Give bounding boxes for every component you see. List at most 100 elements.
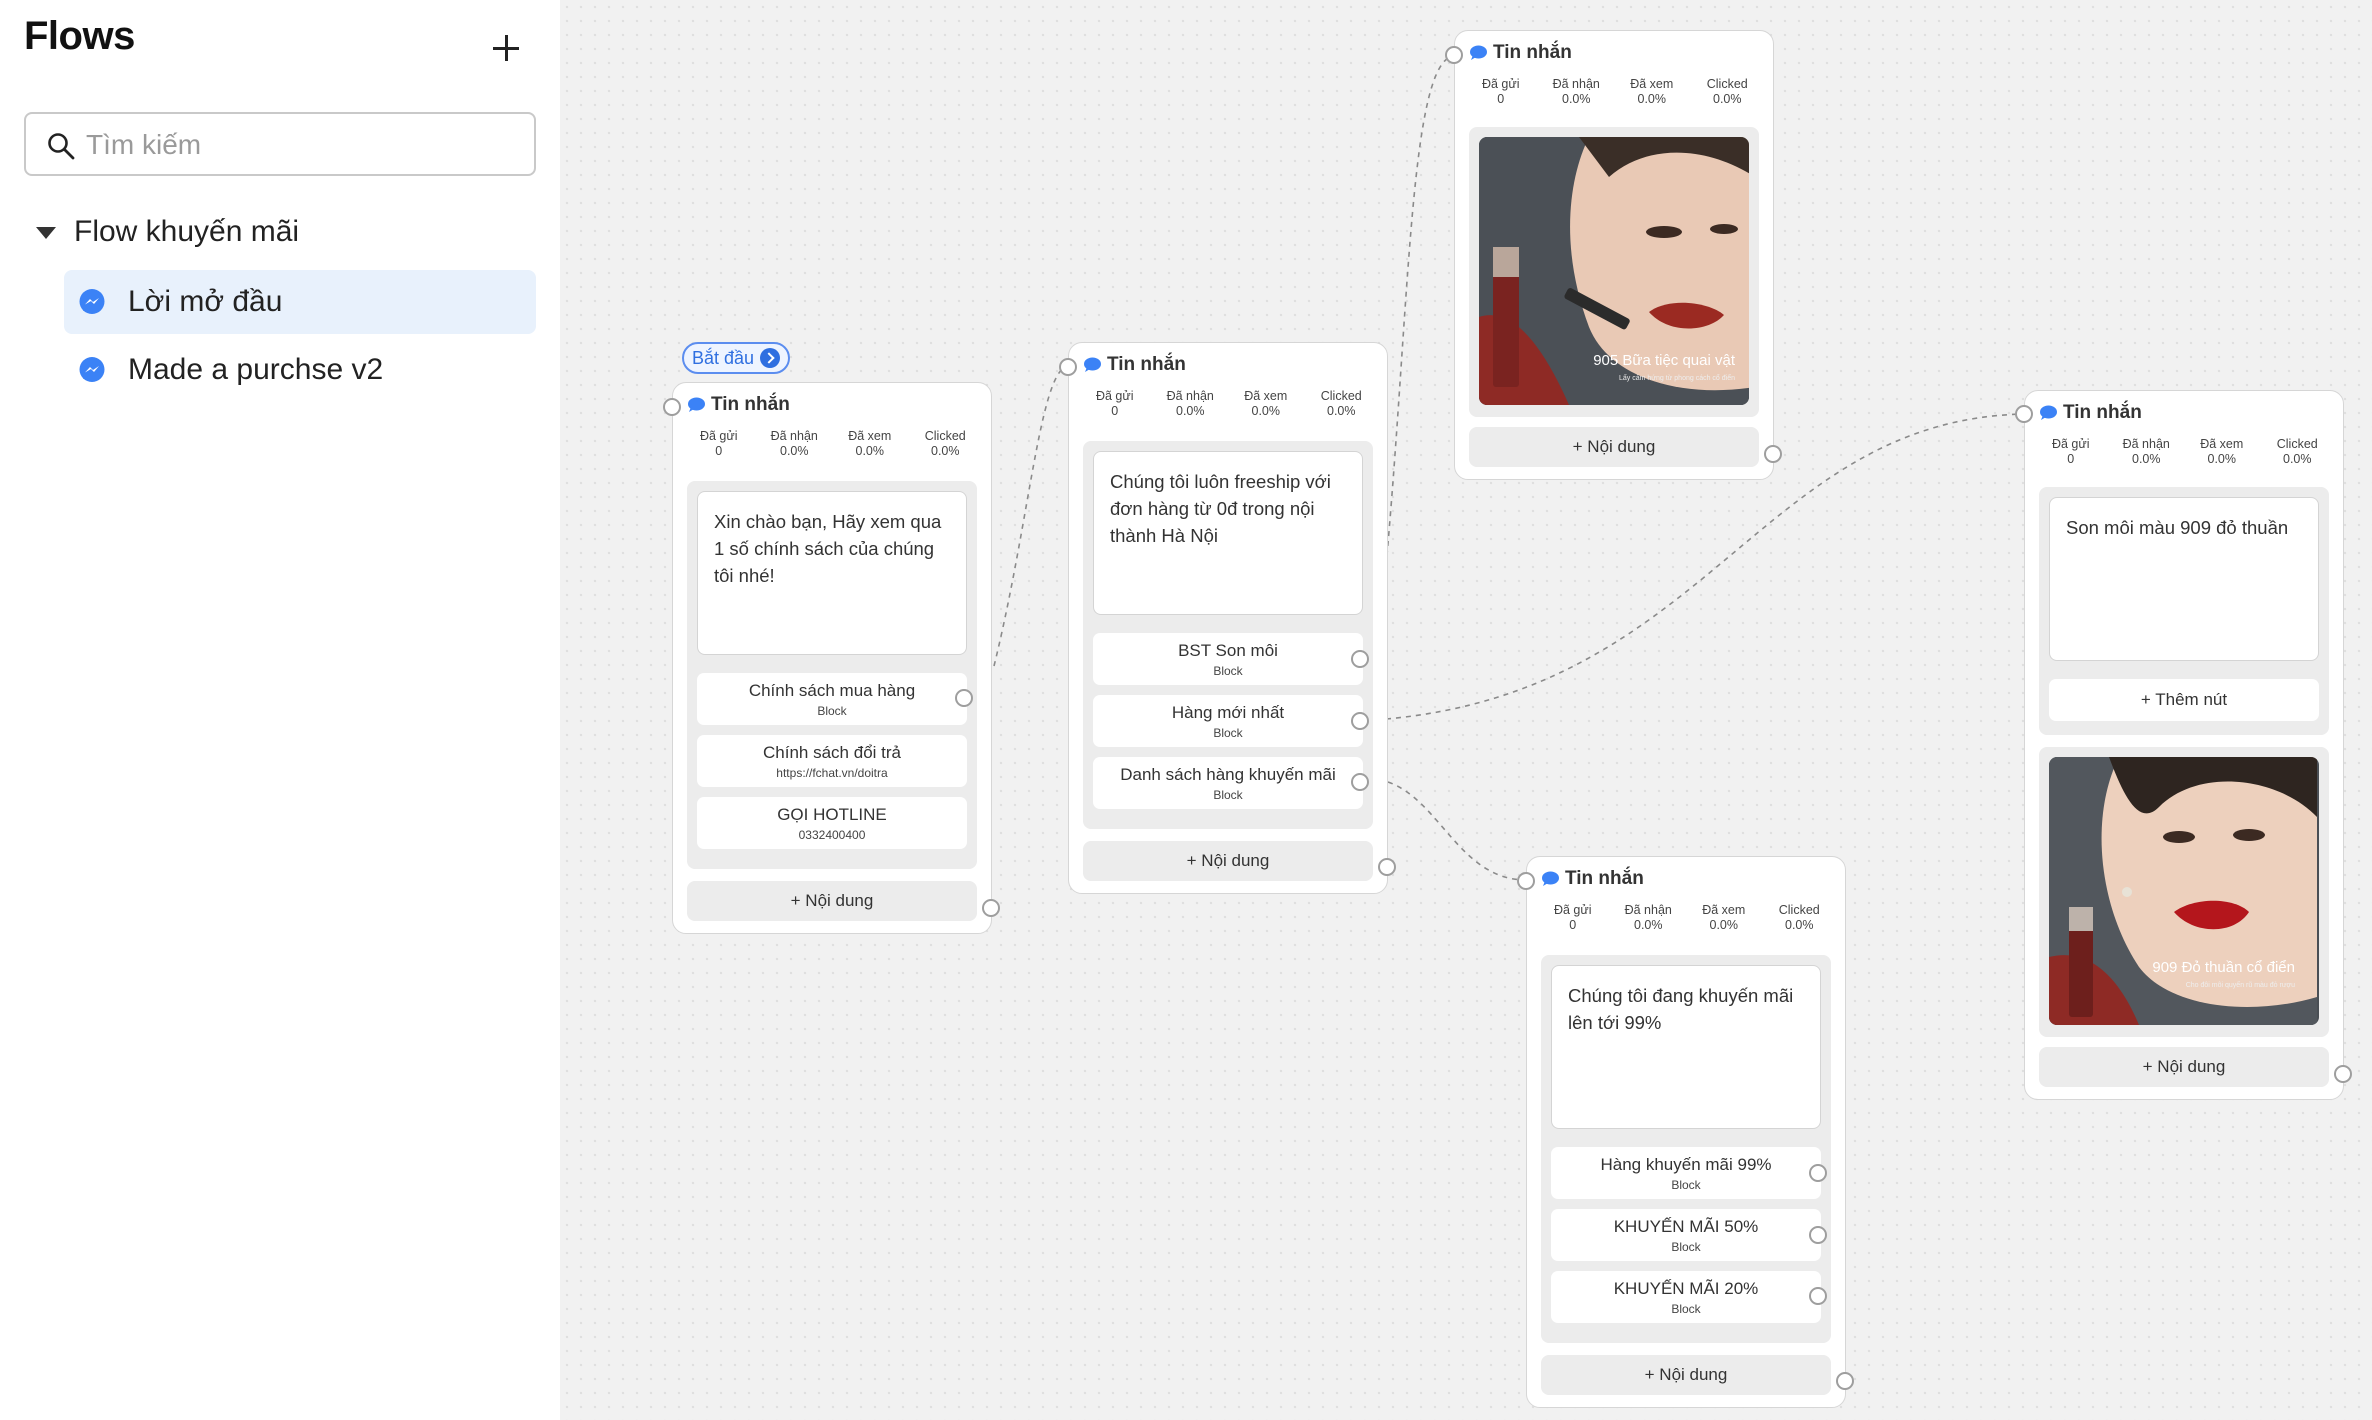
node-content: Chúng tôi đang khuyến mãi lên tới 99% Hà… <box>1541 955 1831 1343</box>
message-text[interactable]: Xin chào bạn, Hãy xem qua 1 số chính sác… <box>697 491 967 655</box>
button-output-port[interactable] <box>1809 1164 1827 1182</box>
node-output-port[interactable] <box>2334 1065 2352 1083</box>
stat-value: 0.0% <box>855 444 885 458</box>
url-button[interactable]: Chính sách đổi trả https://fchat.vn/doit… <box>697 735 967 787</box>
stat-label: Đã nhận <box>2122 437 2170 451</box>
message-text[interactable]: Chúng tôi luôn freeship với đơn hàng từ … <box>1093 451 1363 615</box>
message-node-1[interactable]: Tin nhắn Đã gửi 0 Đã nhận 0.0% Đã xem 0.0% … <box>672 382 992 934</box>
message-node-3[interactable]: Tin nhắn Đã gửi 0 Đã nhận 0.0% Đã xem 0.0% … <box>1454 30 1774 480</box>
quick-reply-button[interactable]: Chính sách mua hàng Block <box>697 673 967 725</box>
stat-value: 0.0% <box>931 444 960 458</box>
add-content-button[interactable]: + Nội dung <box>687 881 977 921</box>
product-image[interactable]: 909 Đỏ thuần cổ điển Cho đôi môi quyến r… <box>2049 757 2319 1025</box>
stat-sent: Đã gửi 0 <box>2033 437 2109 467</box>
quick-reply-button[interactable]: KHUYẾN MÃI 50% Block <box>1551 1209 1821 1261</box>
node-output-port[interactable] <box>1378 858 1396 876</box>
stat-label: Đã nhận <box>770 429 818 443</box>
message-text[interactable]: Chúng tôi đang khuyến mãi lên tới 99% <box>1551 965 1821 1129</box>
stat-clicked: Clicked 0.0% <box>908 429 984 459</box>
button-title: KHUYẾN MÃI 20% <box>1613 1279 1759 1298</box>
input-port[interactable] <box>2015 405 2033 423</box>
call-button[interactable]: GỌI HOTLINE 0332400400 <box>697 797 967 849</box>
search-input[interactable] <box>86 124 516 166</box>
stat-clicked: Clicked 0.0% <box>1304 389 1380 419</box>
button-subtitle: Block <box>1671 1240 1701 1254</box>
input-port[interactable] <box>1517 872 1535 890</box>
node-content-text: Son môi màu 909 đỏ thuần + Thêm nút <box>2039 487 2329 735</box>
message-node-2[interactable]: Tin nhắn Đã gửi 0 Đã nhận 0.0% Đã xem 0.0% … <box>1068 342 1388 894</box>
stat-value: 0 <box>1569 918 1577 932</box>
button-title: Danh sách hàng khuyến mãi <box>1120 765 1336 784</box>
add-content-button[interactable]: + Nội dung <box>2039 1047 2329 1087</box>
message-node-4[interactable]: Tin nhắn Đã gửi 0 Đã nhận 0.0% Đã xem 0.0% … <box>1526 856 1846 1408</box>
button-subtitle: 0332400400 <box>798 828 866 842</box>
node-title: Tin nhắn <box>1565 868 1644 889</box>
node-header: Tin nhắn <box>2039 401 2142 425</box>
messenger-icon <box>79 289 105 314</box>
stat-value: 0.0% <box>2207 452 2237 466</box>
quick-reply-button[interactable]: Hàng mới nhất Block <box>1093 695 1363 747</box>
stat-label: Đã xem <box>1244 389 1288 403</box>
node-content-image: 909 Đỏ thuần cổ điển Cho đôi môi quyến r… <box>2039 747 2329 1037</box>
node-output-port[interactable] <box>1836 1372 1854 1390</box>
flow-group-toggle[interactable]: Flow khuyến mãi <box>36 210 299 254</box>
stat-value: 0.0% <box>1637 92 1667 106</box>
quick-reply-button[interactable]: BST Son môi Block <box>1093 633 1363 685</box>
stat-received: Đã nhận 0.0% <box>1153 389 1229 419</box>
start-badge-label: Bắt đầu <box>692 347 755 368</box>
button-subtitle: Block <box>1213 664 1243 678</box>
chat-bubble-icon <box>688 397 705 412</box>
edge-node2-node3 <box>1385 55 1455 567</box>
button-output-port[interactable] <box>955 689 973 707</box>
button-output-port[interactable] <box>1809 1226 1827 1244</box>
node-header: Tin nhắn <box>1083 353 1186 377</box>
add-button[interactable]: + Thêm nút <box>2049 679 2319 721</box>
add-content-button[interactable]: + Nội dung <box>1469 427 1759 467</box>
node-title: Tin nhắn <box>2063 402 2142 423</box>
flow-item-made-a-purchase[interactable]: Made a purchse v2 <box>64 338 536 402</box>
node-output-port[interactable] <box>982 899 1000 917</box>
node-stats: Đã gửi 0 Đã nhận 0.0% Đã xem 0.0% Clicked 0.… <box>1077 389 1379 419</box>
button-output-port[interactable] <box>1351 712 1369 730</box>
arrow-right-icon <box>760 348 781 368</box>
product-image[interactable]: 905 Bữa tiệc quai vật Lấy cảm hứng từ ph… <box>1479 137 1749 405</box>
stat-value: 0.0% <box>1634 918 1663 932</box>
input-port[interactable] <box>1445 46 1463 64</box>
flow-canvas[interactable]: Bắt đầu Tin nhắn Đã gửi 0 Đã nhận 0.0% Đã … <box>560 0 2372 1420</box>
node-header: Tin nhắn <box>687 393 790 417</box>
edge-node1-node2 <box>993 365 1069 667</box>
add-content-button[interactable]: + Nội dung <box>1083 841 1373 881</box>
stat-value: 0.0% <box>1709 918 1739 932</box>
flow-item-loi-mo-dau[interactable]: Lời mở đầu <box>64 270 536 334</box>
message-text[interactable]: Son môi màu 909 đỏ thuần <box>2049 497 2319 661</box>
button-output-port[interactable] <box>1809 1287 1827 1305</box>
button-output-port[interactable] <box>1351 773 1369 791</box>
search-icon <box>48 133 75 160</box>
stat-label: Clicked <box>1320 389 1362 403</box>
quick-reply-button[interactable]: Hàng khuyến mãi 99% Block <box>1551 1147 1821 1199</box>
quick-reply-button[interactable]: KHUYẾN MÃI 20% Block <box>1551 1271 1821 1323</box>
stat-label: Đã gửi <box>1095 389 1134 403</box>
input-port[interactable] <box>663 398 681 416</box>
stat-sent: Đã gửi 0 <box>1535 903 1611 933</box>
stat-seen: Đã xem 0.0% <box>1614 77 1690 107</box>
add-content-button[interactable]: + Nội dung <box>1541 1355 1831 1395</box>
button-title: Chính sách mua hàng <box>748 681 916 700</box>
message-node-5[interactable]: Tin nhắn Đã gửi 0 Đã nhận 0.0% Đã xem 0.0% … <box>2024 390 2344 1100</box>
start-badge[interactable]: Bắt đầu <box>682 342 791 374</box>
add-flow-button[interactable] <box>484 24 528 68</box>
search-box[interactable] <box>24 112 536 176</box>
quick-reply-button[interactable]: Danh sách hàng khuyến mãi Block <box>1093 757 1363 809</box>
button-subtitle: Block <box>1671 1302 1701 1316</box>
button-output-port[interactable] <box>1351 650 1369 668</box>
node-content: Xin chào bạn, Hãy xem qua 1 số chính sác… <box>687 481 977 869</box>
button-title: Chính sách đổi trả <box>763 743 901 762</box>
input-port[interactable] <box>1059 358 1077 376</box>
stat-value: 0 <box>1497 92 1505 106</box>
image-subcaption: Lấy cảm hứng từ phong cách cổ điển <box>1619 373 1735 382</box>
button-title: GỌI HOTLINE <box>777 805 887 824</box>
stat-value: 0 <box>2067 452 2075 466</box>
node-output-port[interactable] <box>1764 445 1782 463</box>
stat-seen: Đã xem 0.0% <box>832 429 908 459</box>
stat-value: 0.0% <box>1251 404 1281 418</box>
